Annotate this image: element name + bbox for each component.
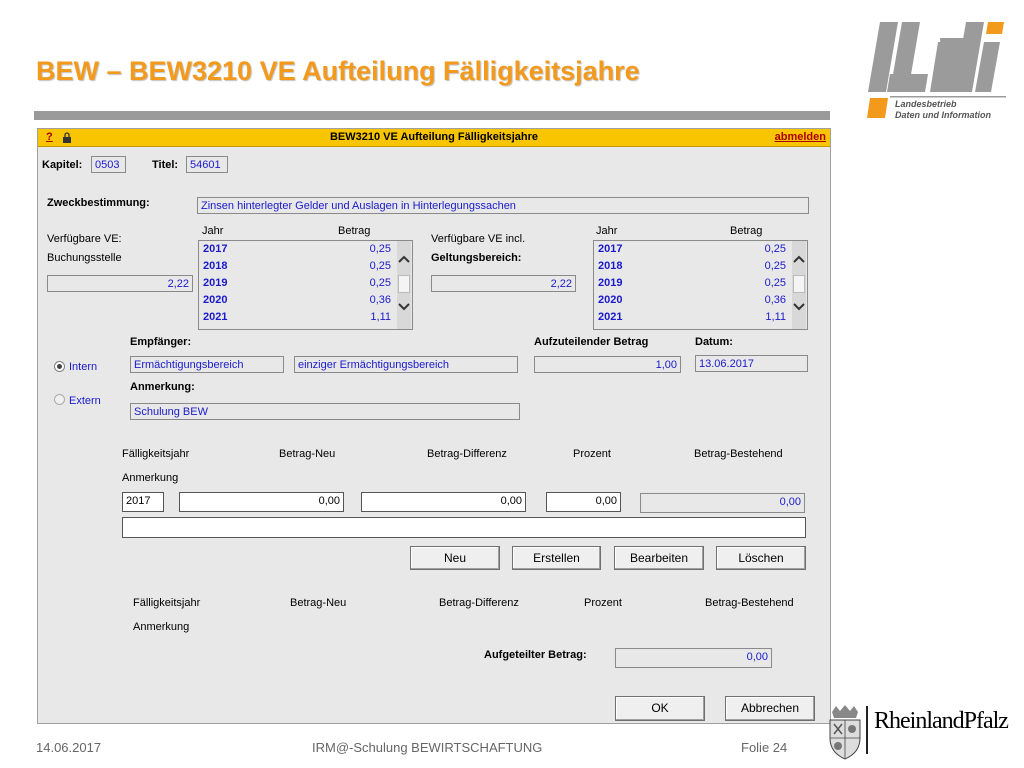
chevron-down-icon[interactable] xyxy=(398,303,410,311)
footer-title: IRM@-Schulung BEWIRTSCHAFTUNG xyxy=(312,740,543,755)
left-ve-label2: Buchungsstelle xyxy=(47,252,122,264)
aufzuteilen-field[interactable]: 1,00 xyxy=(534,356,681,373)
zweck-label: Zweckbestimmung: xyxy=(47,197,150,209)
list-item[interactable]: 2018 0,25 xyxy=(594,258,790,275)
logo-caption: Landesbetrieb Daten und Information xyxy=(895,99,991,120)
rlp-divider xyxy=(866,706,868,754)
list-item[interactable]: 2019 0,25 xyxy=(199,275,395,292)
list-col-diff: Betrag-Differenz xyxy=(439,597,519,609)
radio-extern-label[interactable]: Extern xyxy=(69,395,101,407)
list-item[interactable]: 2021 1,11 xyxy=(199,309,395,326)
scrollbar[interactable] xyxy=(792,241,806,329)
right-ve-label2: Geltungsbereich: xyxy=(431,252,522,264)
radio-selected-dot xyxy=(57,364,62,369)
radio-extern[interactable] xyxy=(54,394,65,405)
betrag-bestehend-field: 0,00 xyxy=(640,493,805,513)
coat-of-arms-icon xyxy=(829,705,861,760)
rlp-logo: RheinlandPfalz xyxy=(826,700,1020,762)
year-input[interactable]: 2017 xyxy=(122,492,164,512)
list-item[interactable]: 2018 0,25 xyxy=(199,258,395,275)
betrag-diff-input[interactable]: 0,00 xyxy=(361,492,526,512)
logout-link[interactable]: abmelden xyxy=(775,131,826,143)
zweck-field[interactable]: Zinsen hinterlegter Gelder und Auslagen … xyxy=(197,197,809,214)
list-col-prozent: Prozent xyxy=(584,597,622,609)
list-item[interactable]: 2020 0,36 xyxy=(199,292,395,309)
titel-label: Titel: xyxy=(152,159,179,171)
list-col-bestehend: Betrag-Bestehend xyxy=(705,597,794,609)
left-ve-list[interactable]: 2017 0,25 2018 0,25 2019 0,25 2020 0,36 2021… xyxy=(198,240,413,330)
chevron-down-icon[interactable] xyxy=(793,303,805,311)
footer-page: Folie 24 xyxy=(741,740,788,755)
anmerkung-field[interactable]: Schulung BEW xyxy=(130,403,520,420)
right-col-year: Jahr xyxy=(596,225,618,237)
scrollbar-thumb[interactable] xyxy=(398,275,410,293)
prozent-input[interactable]: 0,00 xyxy=(546,492,621,512)
anmerkung-label: Anmerkung: xyxy=(130,381,195,393)
kapitel-field[interactable]: 0503 xyxy=(91,156,126,173)
entry-col-year: Fälligkeitsjahr xyxy=(122,448,190,460)
empfaenger-field[interactable]: Ermächtigungsbereich xyxy=(130,356,284,373)
abbrechen-button[interactable]: Abbrechen xyxy=(725,696,815,721)
slide-title: BEW – BEW3210 VE Aufteilung Fälligkeitsj… xyxy=(36,56,640,86)
bearbeiten-button[interactable]: Bearbeiten xyxy=(614,546,704,570)
datum-label: Datum: xyxy=(695,336,733,348)
datum-field[interactable]: 13.06.2017 xyxy=(695,355,808,372)
entry-col-diff: Betrag-Differenz xyxy=(427,448,507,460)
erstellen-button[interactable]: Erstellen xyxy=(512,546,601,570)
left-ve-label: Verfügbare VE: xyxy=(47,233,122,245)
kapitel-label: Kapitel: xyxy=(42,159,83,171)
list-anmerkung-label: Anmerkung xyxy=(133,621,190,633)
aufgeteilt-field: 0,00 xyxy=(615,648,772,668)
right-ve-field[interactable]: 2,22 xyxy=(431,275,576,292)
right-ve-list[interactable]: 2017 0,25 2018 0,25 2019 0,25 2020 0,36 2021… xyxy=(593,240,808,330)
titel-field[interactable]: 54601 xyxy=(186,156,228,173)
list-item[interactable]: 2017 0,25 xyxy=(199,241,395,258)
right-ve-label: Verfügbare VE incl. xyxy=(431,233,526,245)
list-col-year: Fälligkeitsjahr xyxy=(133,597,201,609)
entry-col-bestehend: Betrag-Bestehend xyxy=(694,448,783,460)
chevron-up-icon[interactable] xyxy=(398,255,410,263)
left-ve-field[interactable]: 2,22 xyxy=(47,275,193,292)
list-item[interactable]: 2021 1,11 xyxy=(594,309,790,326)
entry-anmerkung-label: Anmerkung xyxy=(122,472,179,484)
list-item[interactable]: 2020 0,36 xyxy=(594,292,790,309)
chevron-up-icon[interactable] xyxy=(793,255,805,263)
entry-col-neu: Betrag-Neu xyxy=(279,448,336,460)
left-col-amount: Betrag xyxy=(338,225,371,237)
left-col-year: Jahr xyxy=(202,225,224,237)
empfaenger-label: Empfänger: xyxy=(130,336,192,348)
footer-date: 14.06.2017 xyxy=(36,740,102,755)
list-item[interactable]: 2017 0,25 xyxy=(594,241,790,258)
betrag-neu-input[interactable]: 0,00 xyxy=(179,492,344,512)
list-col-neu: Betrag-Neu xyxy=(290,597,347,609)
loeschen-button[interactable]: Löschen xyxy=(716,546,806,570)
entry-note-input[interactable] xyxy=(122,517,806,538)
scrollbar[interactable] xyxy=(397,241,411,329)
app-window: ? BEW3210 VE Aufteilung Fälligkeitsjahre… xyxy=(37,128,831,724)
list-item[interactable]: 2019 0,25 xyxy=(594,275,790,292)
radio-intern-label[interactable]: Intern xyxy=(69,361,97,373)
ok-button[interactable]: OK xyxy=(615,696,705,721)
title-divider xyxy=(34,111,830,120)
radio-intern[interactable] xyxy=(54,361,65,372)
scrollbar-thumb[interactable] xyxy=(793,275,805,293)
aufgeteilt-label: Aufgeteilter Betrag: xyxy=(484,649,587,661)
neu-button[interactable]: Neu xyxy=(410,546,500,570)
entry-col-prozent: Prozent xyxy=(573,448,611,460)
empfaenger-desc-field[interactable]: einziger Ermächtigungsbereich xyxy=(294,356,518,373)
right-col-amount: Betrag xyxy=(730,225,763,237)
rlp-wordmark: RheinlandPfalz xyxy=(874,708,1009,734)
aufzuteilen-label: Aufzuteilender Betrag xyxy=(534,336,649,348)
window-title: BEW3210 VE Aufteilung Fälligkeitsjahre xyxy=(329,131,539,143)
window-header: ? BEW3210 VE Aufteilung Fälligkeitsjahre… xyxy=(38,129,830,147)
